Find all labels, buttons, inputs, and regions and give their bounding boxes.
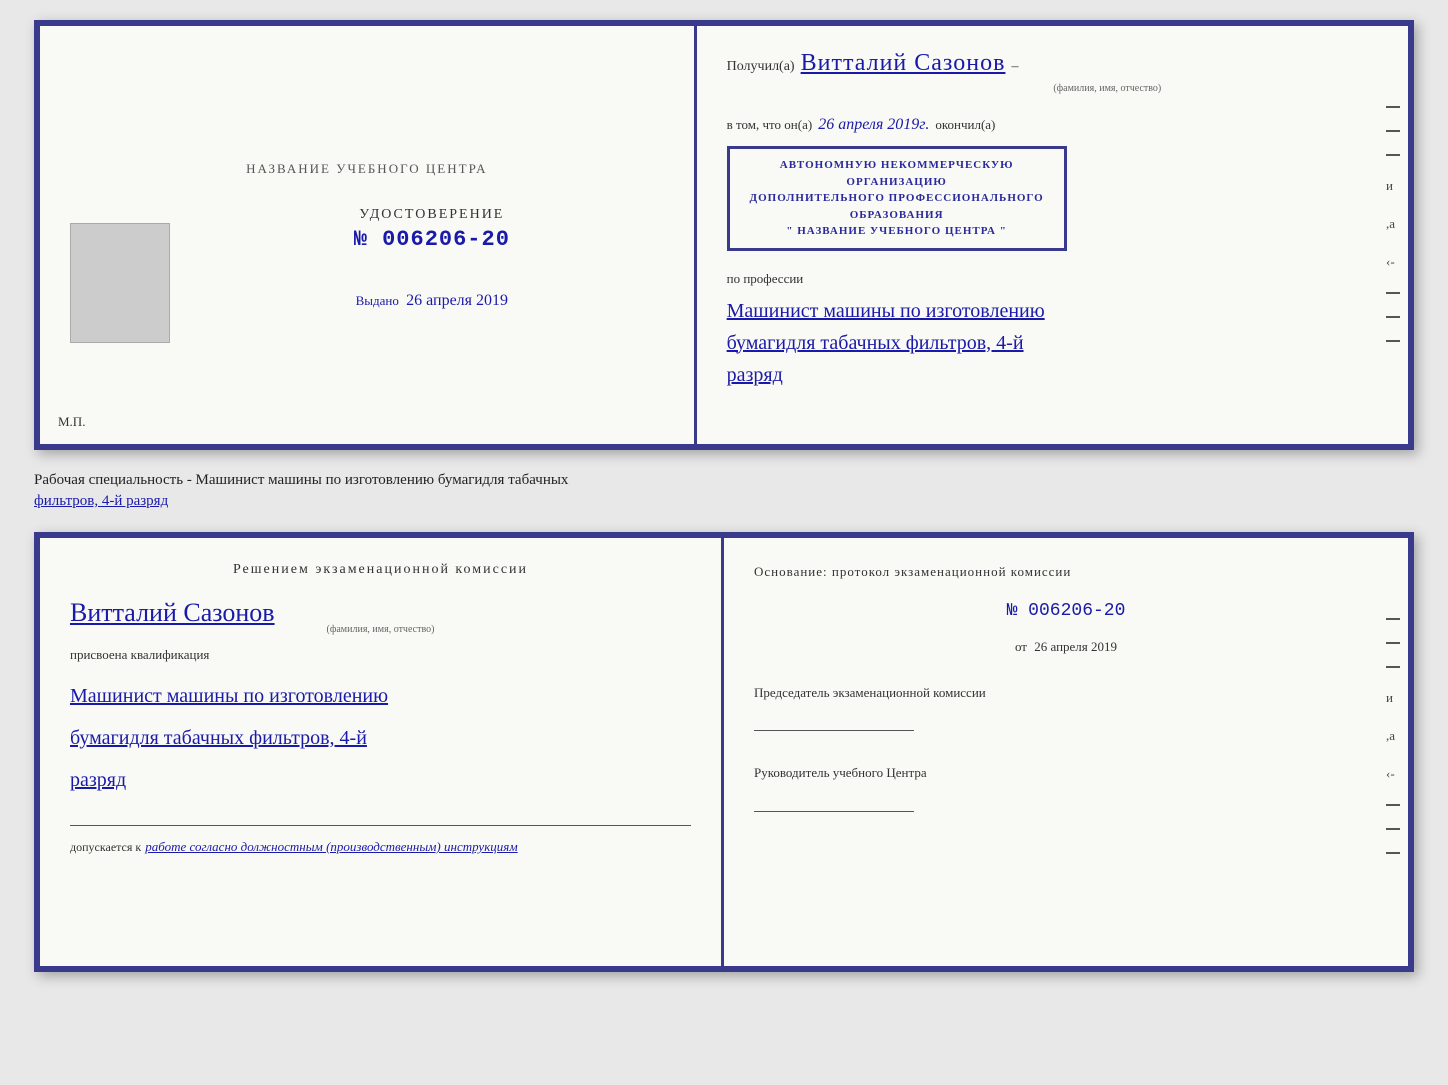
udostoverenie-block: УДОСТОВЕРЕНИЕ № 006206-20 — [354, 207, 510, 252]
protocol-number-bottom: № 006206-20 — [754, 601, 1378, 621]
vtom-label: в том, что он(а) — [727, 117, 813, 133]
dash-6 — [1386, 340, 1400, 342]
bdash-3 — [1386, 666, 1400, 668]
photo-placeholder — [70, 223, 170, 343]
predsedatel-block: Председатель экзаменационной комиссии — [754, 683, 1378, 732]
specialty-underlined: фильтров, 4-й разряд — [34, 493, 168, 509]
specialty-line: Рабочая специальность - Машинист машины … — [34, 466, 1414, 516]
po-professii-label: по профессии — [727, 271, 1378, 287]
prisvoyena-label: присвоена квалификация — [70, 647, 691, 663]
bdash-4 — [1386, 804, 1400, 806]
dash-2 — [1386, 130, 1400, 132]
vtom-line: в том, что он(а) 26 апреля 2019г. окончи… — [727, 116, 1378, 134]
profession-top: Машинист машины по изготовлению бумагидл… — [727, 295, 1378, 391]
certificate-bottom: Решением экзаменационной комиссии Виттал… — [34, 532, 1414, 972]
stamp-line2: ДОПОЛНИТЕЛЬНОГО ПРОФЕССИОНАЛЬНОГО ОБРАЗО… — [742, 190, 1052, 223]
handwritten-date-top: 26 апреля 2019г. — [818, 116, 929, 134]
poluchil-label: Получил(а) — [727, 59, 795, 75]
cert-bottom-left: Решением экзаменационной комиссии Виттал… — [40, 538, 724, 966]
profession-line2-top: бумагидля табачных фильтров, 4-й — [727, 327, 1378, 359]
stamp-line1: АВТОНОМНУЮ НЕКОММЕРЧЕСКУЮ ОРГАНИЗАЦИЮ — [742, 157, 1052, 190]
dopuskaetsya-text: работе согласно должностным (производств… — [145, 839, 517, 854]
cert-left-panel: НАЗВАНИЕ УЧЕБНОГО ЦЕНТРА УДОСТОВЕРЕНИЕ №… — [40, 26, 697, 444]
mp-label: М.П. — [58, 414, 85, 430]
rukovoditel-block: Руководитель учебного Центра — [754, 763, 1378, 812]
letter-а: ,а — [1386, 216, 1400, 232]
stamp-line3: " НАЗВАНИЕ УЧЕБНОГО ЦЕНТРА " — [742, 223, 1052, 240]
cert-bottom-right: Основание: протокол экзаменационной коми… — [724, 538, 1408, 966]
specialty-text: Рабочая специальность - Машинист машины … — [34, 472, 568, 488]
bletter-и: и — [1386, 690, 1400, 706]
bletter-к: ‹- — [1386, 766, 1400, 782]
dash-top: – — [1011, 59, 1018, 75]
bdash-1 — [1386, 618, 1400, 620]
right-edge-dashes: и ,а ‹- — [1386, 106, 1400, 342]
cert-right-panel: Получил(а) Витталий Сазонов – (фамилия, … — [697, 26, 1408, 444]
rukovoditel-signature-line — [754, 811, 914, 812]
dash-1 — [1386, 106, 1400, 108]
predsedatel-signature-line — [754, 730, 914, 731]
dash-5 — [1386, 316, 1400, 318]
profession-bottom-line2: бумагидля табачных фильтров, 4-й — [70, 721, 691, 755]
okonchil-label: окончил(а) — [935, 117, 995, 133]
udostoverenie-title: УДОСТОВЕРЕНИЕ — [354, 207, 510, 223]
ot-date-line: от 26 апреля 2019 — [754, 639, 1378, 655]
rukovoditel-label: Руководитель учебного Центра — [754, 763, 1378, 783]
school-name-top: НАЗВАНИЕ УЧЕБНОГО ЦЕНТРА — [246, 161, 487, 177]
profession-line1-top: Машинист машины по изготовлению — [727, 295, 1378, 327]
vydano-label: Выдано — [356, 293, 399, 308]
vydano-line: Выдано 26 апреля 2019 — [356, 292, 508, 310]
resheniyem-title: Решением экзаменационной комиссии — [70, 562, 691, 578]
dash-3 — [1386, 154, 1400, 156]
bletter-а: ,а — [1386, 728, 1400, 744]
letter-и: и — [1386, 178, 1400, 194]
udostoverenie-number: № 006206-20 — [354, 227, 510, 252]
ot-date-value: 26 апреля 2019 — [1034, 639, 1117, 654]
profession-bottom: Машинист машины по изготовлению бумагидл… — [70, 671, 691, 797]
fio-subtitle-top: (фамилия, имя, отчество) — [837, 83, 1378, 94]
profession-line3-top: разряд — [727, 359, 1378, 391]
profession-bottom-line1: Машинист машины по изготовлению — [70, 679, 691, 713]
bdash-2 — [1386, 642, 1400, 644]
dash-4 — [1386, 292, 1400, 294]
predsedatel-label: Председатель экзаменационной комиссии — [754, 683, 1378, 703]
bdash-6 — [1386, 852, 1400, 854]
letter-к: ‹- — [1386, 254, 1400, 270]
osnovanie-title: Основание: протокол экзаменационной коми… — [754, 562, 1378, 583]
ot-label: от — [1015, 639, 1027, 654]
profession-bottom-line3: разряд — [70, 763, 691, 797]
recipient-name-top: Витталий Сазонов — [801, 50, 1006, 77]
vydano-date: 26 апреля 2019 — [406, 292, 508, 309]
bottom-right-dashes: и ,а ‹- — [1386, 618, 1400, 854]
stamp-block: АВТОНОМНУЮ НЕКОММЕРЧЕСКУЮ ОРГАНИЗАЦИЮ ДО… — [727, 146, 1067, 251]
dopuskaetsya-label: допускается к — [70, 840, 141, 854]
certificate-top: НАЗВАНИЕ УЧЕБНОГО ЦЕНТРА УДОСТОВЕРЕНИЕ №… — [34, 20, 1414, 450]
bdash-5 — [1386, 828, 1400, 830]
